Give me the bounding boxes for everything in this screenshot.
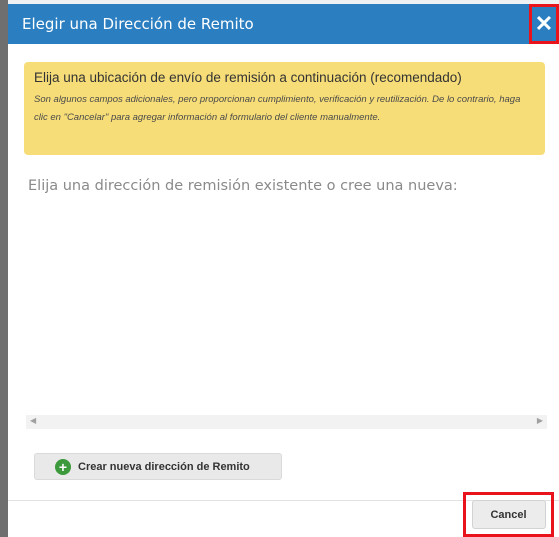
dialog-title: Elegir una Dirección de Remito: [22, 15, 254, 33]
window-edge: [0, 0, 8, 537]
horizontal-scrollbar[interactable]: ◀ ▶: [26, 415, 547, 429]
address-dialog: Elegir una Dirección de Remito ✕ Elija u…: [8, 0, 559, 537]
dialog-titlebar: Elegir una Dirección de Remito: [8, 4, 559, 44]
cancel-button[interactable]: Cancel: [471, 500, 546, 529]
close-icon: ✕: [534, 11, 554, 36]
recommendation-notice: Elija una ubicación de envío de remisión…: [24, 62, 545, 155]
create-address-button[interactable]: + Crear nueva dirección de Remito: [34, 453, 282, 480]
close-button[interactable]: ✕: [529, 4, 559, 44]
notice-body: Son algunos campos adicionales, pero pro…: [34, 94, 521, 123]
cancel-highlight: Cancel: [463, 492, 554, 537]
notice-title: Elija una ubicación de envío de remisión…: [34, 70, 462, 85]
scroll-right-icon[interactable]: ▶: [537, 416, 543, 425]
address-prompt: Elija una dirección de remisión existent…: [28, 178, 458, 194]
plus-circle-icon: +: [55, 458, 71, 475]
create-address-label: Crear nueva dirección de Remito: [78, 460, 250, 473]
scroll-left-icon[interactable]: ◀: [30, 416, 36, 425]
address-list[interactable]: [24, 215, 547, 415]
